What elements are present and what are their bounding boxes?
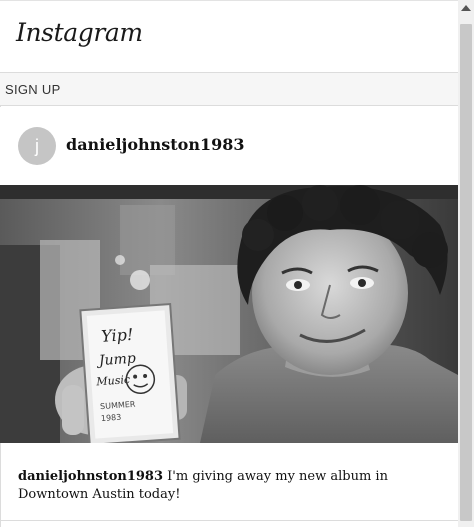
photo-image: Yip! Jump Music SUMMER 1983: [0, 185, 458, 443]
svg-text:Jump: Jump: [95, 351, 136, 370]
scrollbar-thumb[interactable]: [460, 24, 472, 521]
post-username[interactable]: danieljohnston1983: [66, 135, 244, 154]
svg-text:Music: Music: [95, 373, 130, 388]
cassette-title: Yip!: [101, 325, 134, 346]
signup-bar[interactable]: SIGN UP: [0, 72, 458, 106]
divider: [0, 520, 458, 521]
signup-link[interactable]: SIGN UP: [5, 82, 61, 97]
avatar[interactable]: j: [18, 127, 56, 165]
post-header: j danieljohnston1983: [0, 107, 458, 185]
caption-username[interactable]: danieljohnston1983: [18, 469, 163, 484]
instagram-logo[interactable]: Instagram: [16, 18, 143, 47]
post-photo[interactable]: Yip! Jump Music SUMMER 1983: [0, 185, 458, 443]
top-bar: Instagram: [0, 0, 458, 72]
scroll-up-arrow-icon[interactable]: [461, 5, 471, 11]
post-caption: danieljohnston1983 I'm giving away my ne…: [18, 468, 438, 504]
svg-text:1983: 1983: [101, 413, 122, 423]
